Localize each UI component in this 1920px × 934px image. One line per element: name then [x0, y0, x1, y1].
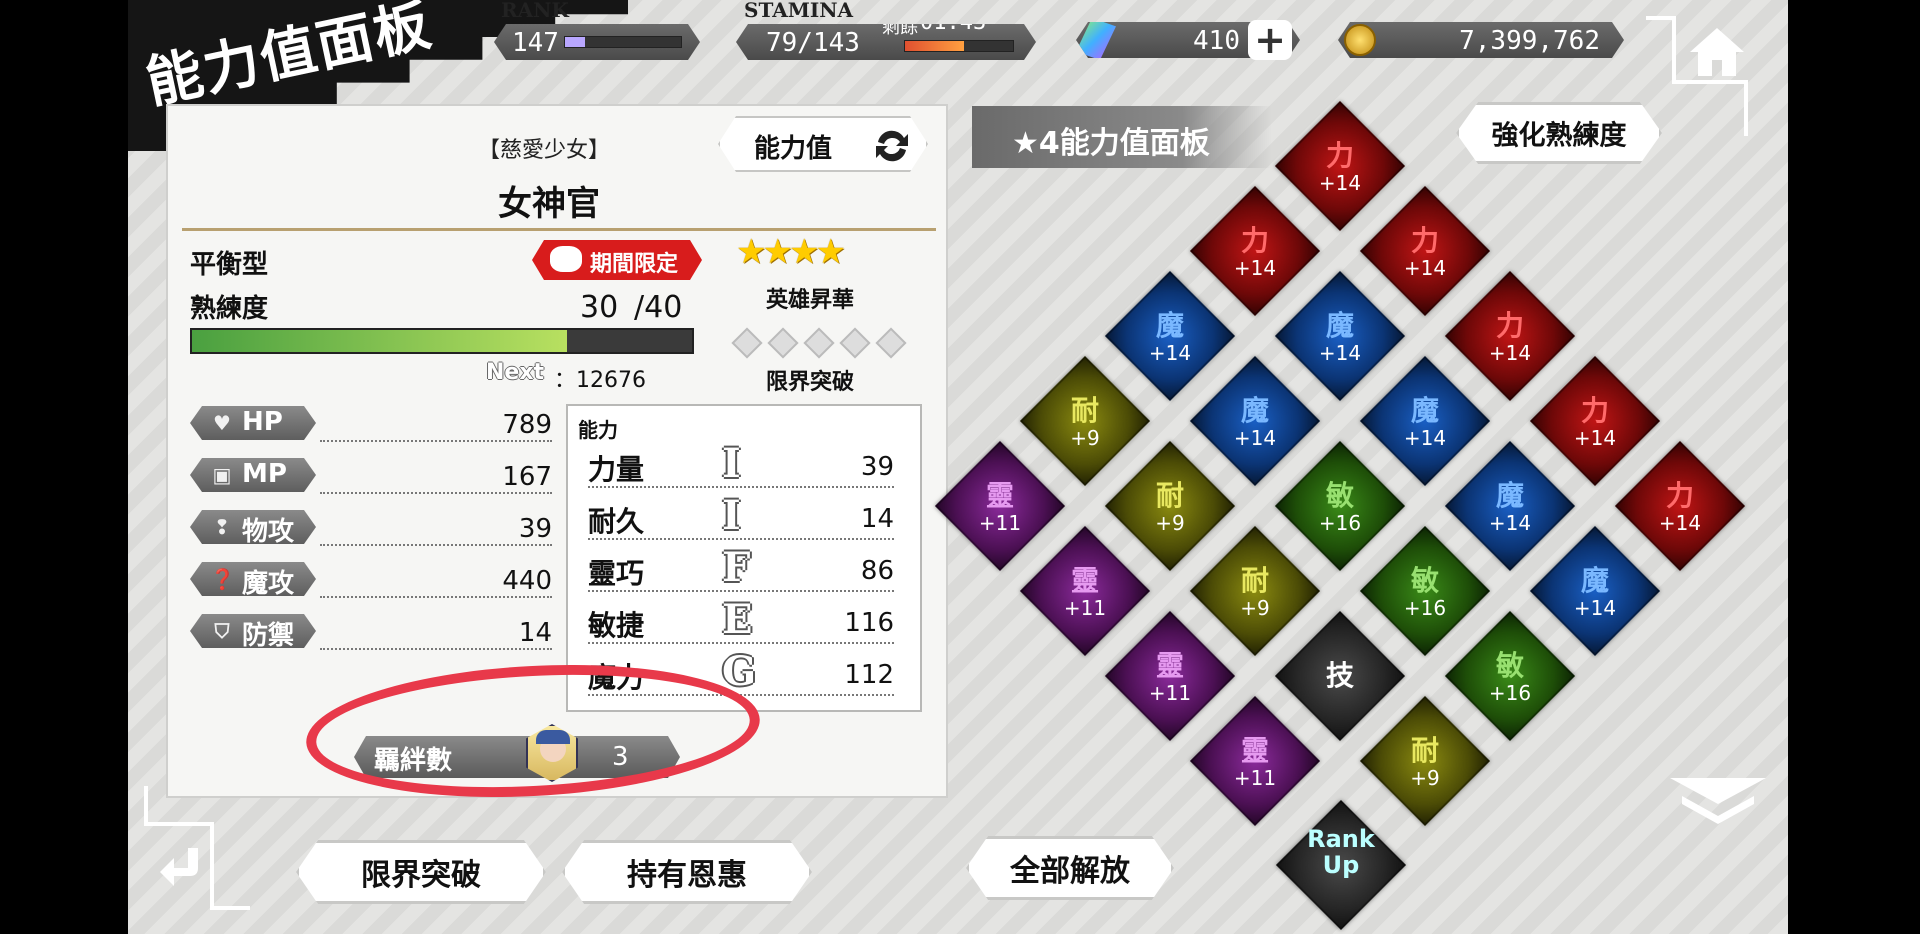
board-tile[interactable] [1019, 355, 1151, 487]
board-tile[interactable] [1019, 525, 1151, 657]
board-tile[interactable] [1359, 185, 1491, 317]
board-tile[interactable] [1444, 610, 1576, 742]
board-tile[interactable] [1359, 355, 1491, 487]
board-tile[interactable] [1359, 525, 1491, 657]
board-tile[interactable] [1104, 270, 1236, 402]
scroll-down-chevron-icon[interactable] [1668, 774, 1768, 826]
board-tile[interactable] [1104, 610, 1236, 742]
board-tile[interactable] [1274, 100, 1406, 232]
board-tile[interactable] [1104, 440, 1236, 572]
board-tile[interactable] [1529, 355, 1661, 487]
board-tile[interactable] [1274, 610, 1406, 742]
board-tile[interactable] [1274, 270, 1406, 402]
ability-board: 力 +14 力 +14 力 +14 力 +14 力 +14 力 +14 魔 +14 魔 +14 魔 +14 魔 +14… [128, 0, 1788, 934]
board-tile[interactable] [1274, 440, 1406, 572]
board-tile[interactable] [1189, 355, 1321, 487]
game-screen: 能力值面板 RANK 147 STAMINA 79/143 剩餘 01:43 4… [128, 0, 1788, 934]
board-tile[interactable] [1444, 440, 1576, 572]
board-tile[interactable] [1189, 185, 1321, 317]
board-tile[interactable] [1444, 270, 1576, 402]
board-tile[interactable] [1614, 440, 1746, 572]
board-tile[interactable] [934, 440, 1066, 572]
board-tile[interactable] [1529, 525, 1661, 657]
board-tile[interactable] [1189, 525, 1321, 657]
board-tile[interactable] [1189, 695, 1321, 827]
board-tile[interactable] [1359, 695, 1491, 827]
